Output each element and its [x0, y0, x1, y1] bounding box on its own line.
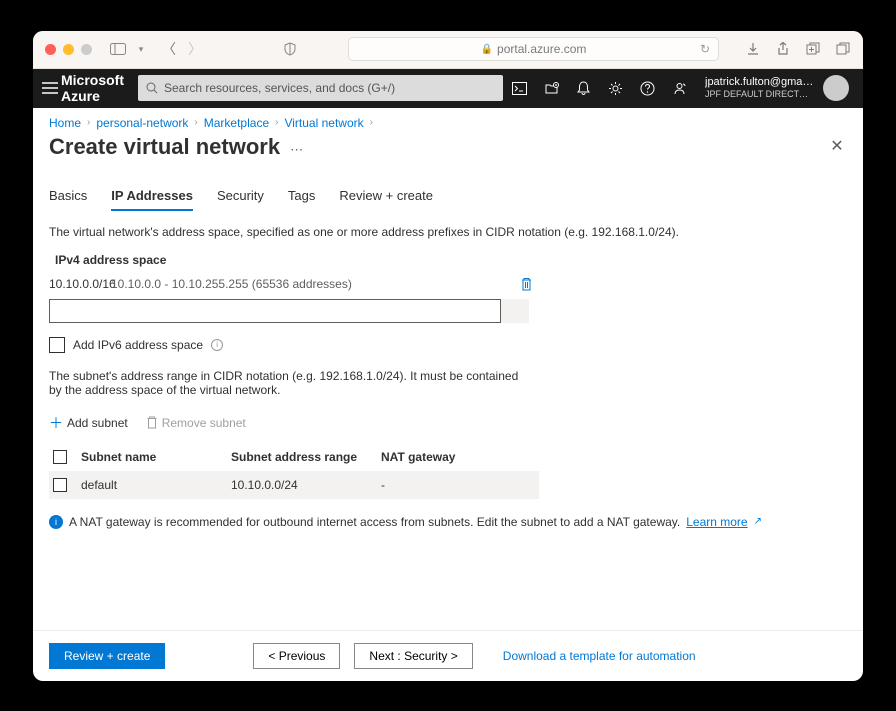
footer: Review + create < Previous Next : Securi…: [33, 630, 863, 681]
subnet-description: The subnet's address range in CIDR notat…: [49, 369, 529, 397]
ipv4-address-row: 10.10.0.0/16 10.10.0.0 - 10.10.255.255 (…: [49, 273, 539, 295]
chevron-right-icon: ›: [87, 117, 90, 128]
breadcrumb: Home › personal-network › Marketplace › …: [49, 116, 847, 130]
breadcrumb-personal-network[interactable]: personal-network: [96, 116, 188, 130]
tab-ip-addresses[interactable]: IP Addresses: [111, 184, 193, 211]
review-create-button[interactable]: Review + create: [49, 643, 165, 669]
col-nat-gateway: NAT gateway: [381, 450, 535, 464]
avatar: [823, 75, 849, 101]
breadcrumb-marketplace[interactable]: Marketplace: [204, 116, 269, 130]
search-icon: [146, 82, 158, 94]
info-icon: i: [49, 515, 63, 529]
new-tab-icon[interactable]: [805, 41, 821, 57]
lock-icon: 🔒: [481, 44, 493, 55]
tab-basics[interactable]: Basics: [49, 184, 87, 211]
forward-button[interactable]: 〉: [188, 39, 202, 59]
notifications-icon[interactable]: [567, 69, 599, 108]
info-icon[interactable]: i: [211, 339, 223, 351]
ipv4-range-value: 10.10.0.0 - 10.10.255.255 (65536 address…: [111, 277, 514, 291]
user-directory: JPF DEFAULT DIRECTORY (JPATR...: [705, 89, 815, 100]
ipv6-checkbox[interactable]: [49, 337, 65, 353]
ipv4-address-input[interactable]: [49, 299, 501, 323]
previous-button[interactable]: < Previous: [253, 643, 340, 669]
external-link-icon: ↗: [754, 516, 762, 527]
refresh-icon[interactable]: ↻: [700, 42, 710, 56]
tab-security[interactable]: Security: [217, 184, 264, 211]
subnet-table-row[interactable]: default 10.10.0.0/24 -: [49, 471, 539, 499]
next-button[interactable]: Next : Security >: [354, 643, 472, 669]
back-button[interactable]: 〈: [162, 39, 176, 59]
subnet-range-value: 10.10.0.0/24: [231, 478, 381, 492]
azure-logo[interactable]: Microsoft Azure: [61, 72, 124, 104]
tabs: Basics IP Addresses Security Tags Review…: [49, 184, 847, 211]
trash-icon: [146, 416, 158, 429]
learn-more-link[interactable]: Learn more: [686, 515, 747, 529]
user-email: jpatrick.fulton@gmail.c...: [705, 76, 815, 89]
add-subnet-button[interactable]: ＋ Add subnet: [49, 413, 128, 433]
col-subnet-name: Subnet name: [81, 450, 231, 464]
tab-tags[interactable]: Tags: [288, 184, 315, 211]
share-icon[interactable]: [775, 41, 791, 57]
minimize-window-button[interactable]: [63, 44, 74, 55]
chevron-right-icon: ›: [275, 117, 278, 128]
close-blade-button[interactable]: ✕: [827, 136, 847, 156]
tabs-icon[interactable]: [835, 41, 851, 57]
breadcrumb-home[interactable]: Home: [49, 116, 81, 130]
row-checkbox[interactable]: [53, 478, 67, 492]
shield-icon[interactable]: [282, 41, 298, 57]
maximize-window-button[interactable]: [81, 44, 92, 55]
ipv4-cidr-value: 10.10.0.0/16: [49, 277, 111, 291]
search-placeholder: Search resources, services, and docs (G+…: [164, 81, 395, 95]
download-template-link[interactable]: Download a template for automation: [503, 649, 696, 663]
select-all-checkbox[interactable]: [53, 450, 67, 464]
browser-titlebar: ▾ 〈 〉 🔒 portal.azure.com ↻: [33, 31, 863, 69]
directories-icon[interactable]: [535, 69, 567, 108]
chevron-right-icon: ›: [370, 117, 373, 128]
close-window-button[interactable]: [45, 44, 56, 55]
address-space-description: The virtual network's address space, spe…: [49, 225, 847, 239]
breadcrumb-virtual-network[interactable]: Virtual network: [284, 116, 363, 130]
settings-icon[interactable]: [599, 69, 631, 108]
plus-icon: ＋: [49, 413, 63, 433]
download-icon[interactable]: [745, 41, 761, 57]
user-account-menu[interactable]: jpatrick.fulton@gmail.c... JPF DEFAULT D…: [695, 75, 855, 101]
tab-review-create[interactable]: Review + create: [339, 184, 433, 211]
subnet-table-header: Subnet name Subnet address range NAT gat…: [49, 443, 539, 471]
remove-subnet-button[interactable]: Remove subnet: [146, 416, 246, 430]
feedback-icon[interactable]: [663, 69, 695, 108]
help-icon[interactable]: [631, 69, 663, 108]
delete-address-button[interactable]: [514, 277, 539, 291]
sidebar-toggle-icon[interactable]: [110, 41, 126, 57]
subnet-nat-value: -: [381, 478, 535, 492]
subnet-name-value: default: [81, 478, 231, 492]
cloud-shell-icon[interactable]: [503, 69, 535, 108]
col-subnet-range: Subnet address range: [231, 450, 381, 464]
azure-header: Microsoft Azure Search resources, servic…: [33, 69, 863, 108]
more-actions-button[interactable]: ⋯: [290, 142, 303, 158]
hamburger-menu[interactable]: [41, 69, 59, 108]
url-bar[interactable]: 🔒 portal.azure.com ↻: [348, 37, 719, 61]
ipv4-section-label: IPv4 address space: [49, 253, 847, 267]
ipv6-checkbox-label: Add IPv6 address space: [73, 338, 203, 352]
traffic-lights: [45, 44, 92, 55]
nat-gateway-info: A NAT gateway is recommended for outboun…: [69, 515, 680, 529]
url-host: portal.azure.com: [497, 42, 586, 56]
azure-search-input[interactable]: Search resources, services, and docs (G+…: [138, 75, 503, 101]
page-title: Create virtual network: [49, 134, 280, 160]
chevron-right-icon: ›: [194, 117, 197, 128]
add-address-button[interactable]: [501, 299, 529, 323]
chevron-down-icon[interactable]: ▾: [136, 41, 146, 57]
